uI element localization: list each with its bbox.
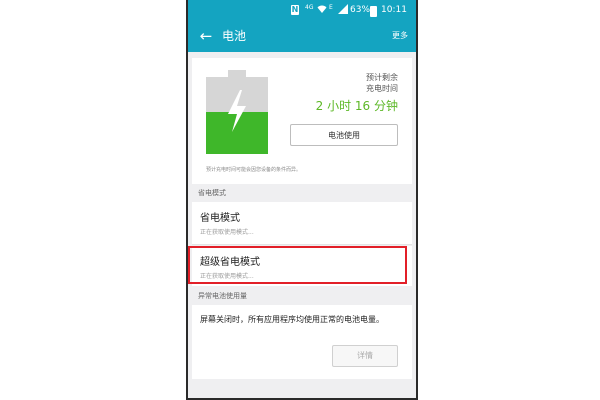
app-bar: ← 电池 更多 (188, 20, 416, 52)
estimate-label-line2: 充电时间 (366, 84, 398, 93)
ultra-power-saving-mode-subtitle: 正在获取使用模式... (200, 273, 254, 280)
abnormal-usage-description: 屏幕关闭时，所有应用程序均使用正常的电池电量。 (200, 315, 384, 324)
abnormal-usage-card: 屏幕关闭时，所有应用程序均使用正常的电池电量。 详情 (192, 305, 412, 379)
estimate-note: 预计充电时间可能会因您设备的条件而异。 (206, 167, 302, 173)
battery-icon (370, 6, 377, 17)
status-bar: N 4G E 63% 10:11 (188, 0, 416, 20)
abnormal-usage-section-header: 异常电池使用量 (198, 292, 247, 300)
estimate-label: 预计剩余 充电时间 (298, 72, 398, 94)
back-arrow-icon[interactable]: ← (196, 26, 216, 46)
battery-level-icon (206, 70, 268, 154)
notification-icon: N (291, 5, 299, 15)
data-type-label: E (329, 4, 333, 11)
power-saving-mode-subtitle: 正在获取使用模式... (200, 229, 254, 236)
details-button[interactable]: 详情 (332, 345, 398, 367)
battery-status-card: 预计剩余 充电时间 2 小时 16 分钟 电池使用 预计充电时间可能会因您设备的… (192, 58, 412, 184)
page-title: 电池 (222, 29, 247, 43)
signal-icon (338, 4, 348, 16)
battery-content: 预计剩余 充电时间 2 小时 16 分钟 电池使用 预计充电时间可能会因您设备的… (188, 52, 416, 398)
network-type-label: 4G (305, 4, 314, 11)
battery-usage-button[interactable]: 电池使用 (290, 124, 398, 146)
phone-screen: N 4G E 63% 10:11 ← 电池 更多 预计剩余 充电时间 2 小时 … (186, 0, 418, 400)
power-saving-mode-item[interactable]: 省电模式 正在获取使用模式... (192, 202, 412, 245)
battery-percent: 63% (350, 5, 371, 15)
estimate-label-line1: 预计剩余 (366, 73, 398, 82)
clock: 10:11 (381, 5, 407, 15)
ultra-power-saving-mode-item[interactable]: 超级省电模式 正在获取使用模式... (192, 246, 412, 286)
power-saving-section-header: 省电模式 (198, 189, 226, 197)
more-button[interactable]: 更多 (392, 26, 408, 46)
power-saving-mode-title: 省电模式 (200, 213, 240, 224)
ultra-power-saving-mode-title: 超级省电模式 (200, 257, 260, 268)
battery-cap (228, 70, 246, 77)
estimate-value: 2 小时 16 分钟 (315, 99, 398, 113)
wifi-icon (317, 4, 327, 16)
